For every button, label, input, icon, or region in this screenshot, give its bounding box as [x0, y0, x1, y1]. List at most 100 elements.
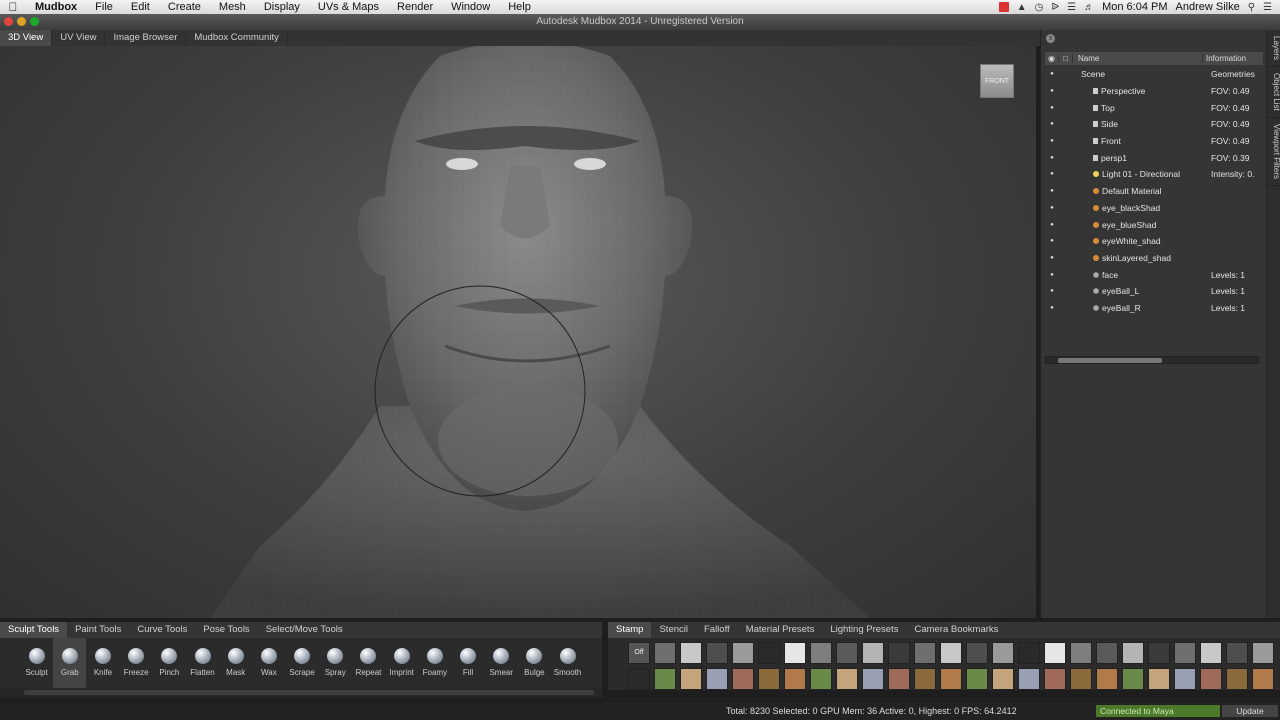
object-list-row[interactable]: ● Light 01 - Directional Intensity: 0.	[1045, 166, 1263, 183]
maya-connection-status[interactable]: Connected to Maya	[1096, 705, 1220, 717]
stamp-thumbnail[interactable]	[1070, 642, 1092, 664]
object-list-row[interactable]: ● persp1 FOV: 0.39	[1045, 149, 1263, 166]
close-window-icon[interactable]	[4, 17, 13, 26]
tab-material-presets[interactable]: Material Presets	[738, 622, 823, 638]
stamp-thumbnail[interactable]	[992, 642, 1014, 664]
wifi-icon[interactable]: ☰	[1067, 2, 1076, 13]
stamp-thumbnail[interactable]	[706, 642, 728, 664]
stamp-thumbnail[interactable]	[940, 668, 962, 690]
menu-user[interactable]: Andrew Silke	[1176, 1, 1240, 13]
stamp-thumbnail[interactable]	[1122, 642, 1144, 664]
scrollbar-thumb[interactable]	[1058, 358, 1162, 363]
volume-icon[interactable]: ♬	[1084, 2, 1094, 13]
visibility-icon[interactable]: ●	[1045, 138, 1059, 144]
object-list-row[interactable]: ● Perspective FOV: 0.49	[1045, 83, 1263, 100]
menu-edit[interactable]: Edit	[122, 1, 159, 13]
tool-fill[interactable]: Fill	[451, 638, 484, 688]
lock-column-icon[interactable]: □	[1059, 54, 1073, 63]
object-list-row[interactable]: ● Scene Geometries	[1045, 66, 1263, 83]
tab-pose-tools[interactable]: Pose Tools	[195, 622, 257, 638]
tools-scrollbar[interactable]	[0, 688, 602, 698]
stamp-thumbnail[interactable]	[784, 668, 806, 690]
stamp-thumbnail[interactable]	[732, 668, 754, 690]
stamp-thumbnail[interactable]	[1174, 668, 1196, 690]
tab-curve-tools[interactable]: Curve Tools	[129, 622, 195, 638]
stamp-thumbnail[interactable]	[940, 642, 962, 664]
stamp-thumbnail[interactable]	[1044, 642, 1066, 664]
stamp-thumbnail[interactable]	[992, 668, 1014, 690]
tool-smear[interactable]: Smear	[485, 638, 518, 688]
tab-uv-view[interactable]: UV View	[52, 30, 106, 46]
visibility-icon[interactable]: ●	[1045, 105, 1059, 111]
tab-stamp[interactable]: Stamp	[608, 622, 652, 638]
maximize-window-icon[interactable]	[30, 17, 39, 26]
tab-object-list[interactable]: Object List	[1267, 67, 1280, 118]
bluetooth-icon[interactable]: ᐉ	[1051, 2, 1059, 13]
time-machine-icon[interactable]: ◷	[1035, 2, 1044, 13]
tab-select-move-tools[interactable]: Select/Move Tools	[258, 622, 351, 638]
menu-mesh[interactable]: Mesh	[210, 1, 255, 13]
stamp-thumbnail[interactable]	[1148, 642, 1170, 664]
stamp-thumbnail[interactable]	[966, 642, 988, 664]
stamp-off[interactable]: Off	[628, 642, 650, 664]
tab-image-browser[interactable]: Image Browser	[105, 30, 187, 46]
visibility-icon[interactable]: ●	[1045, 121, 1059, 127]
stamp-thumbnail[interactable]	[1018, 668, 1040, 690]
stamp-thumbnail[interactable]	[914, 668, 936, 690]
stamp-thumbnail[interactable]	[758, 668, 780, 690]
tool-imprint[interactable]: Imprint	[385, 638, 418, 688]
tab-stencil[interactable]: Stencil	[651, 622, 696, 638]
object-list-row[interactable]: ● skinLayered_shad	[1045, 250, 1263, 267]
tab-3d-view[interactable]: 3D View	[0, 30, 53, 46]
close-panel-icon[interactable]: x	[1046, 34, 1055, 43]
stamp-thumbnail[interactable]	[914, 642, 936, 664]
update-button[interactable]: Update	[1222, 705, 1278, 717]
visibility-icon[interactable]: ●	[1045, 222, 1059, 228]
visibility-icon[interactable]: ●	[1045, 272, 1059, 278]
visibility-icon[interactable]: ●	[1045, 238, 1059, 244]
stamp-thumbnail[interactable]	[810, 642, 832, 664]
menu-file[interactable]: File	[86, 1, 122, 13]
tool-flatten[interactable]: Flatten	[186, 638, 219, 688]
object-list-row[interactable]: ● face Levels: 1	[1045, 266, 1263, 283]
object-list-row[interactable]: ● eyeBall_R Levels: 1	[1045, 300, 1263, 317]
tab-lighting-presets[interactable]: Lighting Presets	[822, 622, 906, 638]
object-list-row[interactable]: ● Top FOV: 0.49	[1045, 99, 1263, 116]
menu-clock[interactable]: Mon 6:04 PM	[1102, 1, 1167, 13]
stamp-thumbnail[interactable]	[966, 668, 988, 690]
eye-column-icon[interactable]: ◉	[1045, 54, 1059, 63]
column-name[interactable]: Name	[1073, 54, 1203, 63]
stamp-thumbnail[interactable]	[1148, 668, 1170, 690]
visibility-icon[interactable]: ●	[1045, 71, 1059, 77]
stamp-thumbnail[interactable]	[1226, 668, 1248, 690]
3d-viewport[interactable]: FRONT	[0, 46, 1036, 618]
stamp-thumbnail[interactable]	[654, 668, 676, 690]
tool-foamy[interactable]: Foamy	[418, 638, 451, 688]
notification-list-icon[interactable]: ☰	[1263, 2, 1272, 13]
stamp-thumbnail[interactable]	[732, 642, 754, 664]
minimize-window-icon[interactable]	[17, 17, 26, 26]
tool-wax[interactable]: Wax	[252, 638, 285, 688]
tool-bulge[interactable]: Bulge	[518, 638, 551, 688]
tool-sculpt[interactable]: Sculpt	[20, 638, 53, 688]
stamp-thumbnail[interactable]	[706, 668, 728, 690]
stamp-thumbnail[interactable]	[758, 642, 780, 664]
record-icon[interactable]	[998, 2, 1009, 12]
stamp-thumbnail[interactable]	[1174, 642, 1196, 664]
stamp-thumbnail[interactable]	[1252, 668, 1274, 690]
menu-uvs-maps[interactable]: UVs & Maps	[309, 1, 388, 13]
visibility-icon[interactable]: ●	[1045, 155, 1059, 161]
object-list-row[interactable]: ● Side FOV: 0.49	[1045, 116, 1263, 133]
tool-knife[interactable]: Knife	[86, 638, 119, 688]
tab-mudbox-community[interactable]: Mudbox Community	[186, 30, 288, 46]
stamp-thumbnail[interactable]	[810, 668, 832, 690]
object-list-row[interactable]: ● eye_blueShad	[1045, 216, 1263, 233]
object-list-row[interactable]: ● eyeWhite_shad	[1045, 233, 1263, 250]
stamp-thumbnail[interactable]	[680, 668, 702, 690]
stamp-thumbnail[interactable]	[836, 668, 858, 690]
stamp-thumbnail[interactable]	[1070, 668, 1092, 690]
dropbox-icon[interactable]: ▲	[1017, 2, 1027, 13]
object-list-scrollbar[interactable]	[1045, 356, 1259, 364]
menu-window[interactable]: Window	[442, 1, 499, 13]
stamp-thumbnail[interactable]	[1096, 642, 1118, 664]
